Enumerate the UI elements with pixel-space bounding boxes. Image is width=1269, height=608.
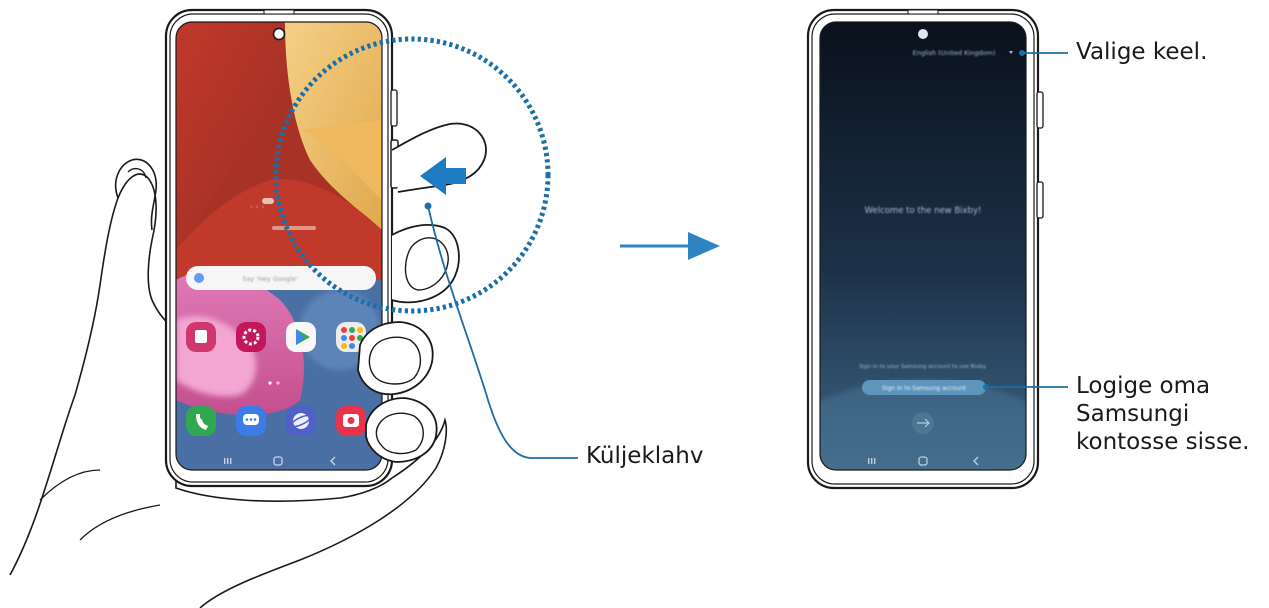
- bixby-phone: English (United Kingdom) Welcome to the …: [806, 8, 1044, 490]
- welcome-text: Welcome to the new Bixby!: [865, 206, 982, 216]
- gallery-app-icon[interactable]: [236, 322, 266, 352]
- flow-arrow: [620, 232, 720, 260]
- thumb-illustration: [114, 158, 157, 231]
- left-illustration: · · · Say 'Hey Google': [9, 8, 578, 608]
- svg-text:· · ·: · · ·: [250, 203, 264, 213]
- home-search-placeholder: Say 'Hey Google': [242, 275, 298, 283]
- instruction-diagram: · · · Say 'Hey Google' English (United K…: [9, 8, 1068, 608]
- sign-in-label-line-1: Logige oma: [1076, 373, 1211, 399]
- sign-in-label: Logige oma Samsungi kontosse sisse.: [1076, 372, 1249, 456]
- front-camera: [272, 27, 286, 41]
- sign-in-label-line-3: kontosse sisse.: [1076, 429, 1250, 455]
- home-screen: · · · Say 'Hey Google': [176, 22, 382, 470]
- sign-in-prompt: Sign in to your Samsung account to use B…: [859, 364, 987, 370]
- select-language-label: Valige keel.: [1076, 39, 1208, 65]
- language-selector[interactable]: English (United Kingdom): [913, 49, 996, 57]
- sign-in-label-line-2: Samsungi: [1076, 401, 1190, 427]
- sign-in-button-label: Sign in to Samsung account: [882, 385, 967, 392]
- side-key-label: Küljeklahv: [586, 443, 704, 469]
- bixby-front-camera: [918, 29, 928, 39]
